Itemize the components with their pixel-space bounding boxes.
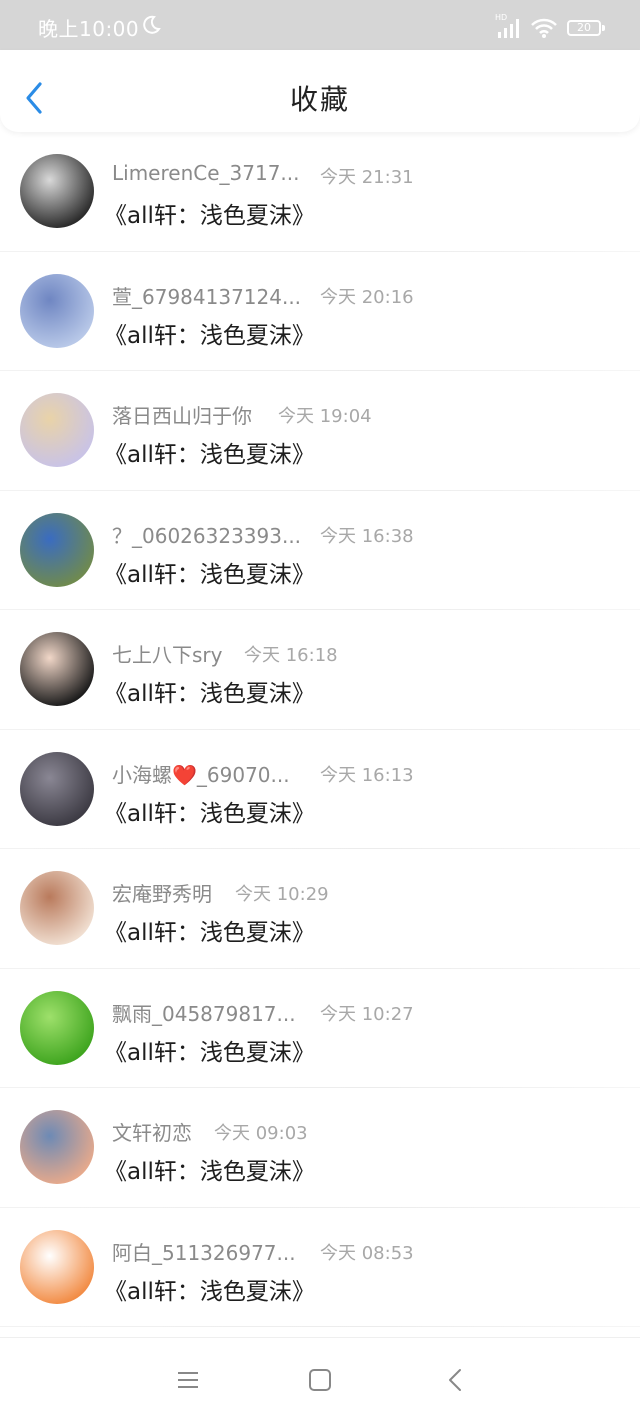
timestamp: 今天 16:38 [320, 525, 414, 547]
username: ？_06026323393... [112, 523, 302, 548]
username: 七上八下sry [112, 643, 223, 667]
avatar[interactable] [20, 1110, 94, 1184]
list-item[interactable]: 小海螺❤️_69070... 今天 16:13 《all轩：浅色夏沫》 [0, 730, 640, 849]
username: 阿白_511326977... [112, 1240, 296, 1265]
timestamp: 今天 10:27 [320, 1003, 414, 1025]
status-time: 晚上10:00 [38, 17, 140, 41]
username: 飘雨_045879817... [112, 1001, 296, 1026]
timestamp: 今天 08:53 [320, 1242, 414, 1264]
header: 收藏 [0, 50, 640, 132]
timestamp: 今天 21:31 [320, 167, 414, 188]
system-back-button[interactable] [442, 1366, 470, 1394]
list-item[interactable]: 宏庵野秀明 今天 10:29 《all轩：浅色夏沫》 [0, 849, 640, 969]
avatar[interactable] [20, 154, 94, 228]
favorite-title[interactable]: 《all轩：浅色夏沫》 [104, 196, 315, 230]
battery-icon: 20 [567, 20, 605, 36]
timestamp: 今天 10:29 [235, 884, 329, 905]
avatar[interactable] [20, 990, 94, 1065]
favorite-title[interactable]: 《all轩：浅色夏沫》 [104, 913, 315, 947]
list-item[interactable]: 文轩初恋 今天 09:03 《all轩：浅色夏沫》 [0, 1088, 640, 1208]
favorite-title[interactable]: 《all轩：浅色夏沫》 [104, 316, 315, 350]
timestamp: 今天 16:18 [244, 645, 338, 666]
list-item[interactable]: ？_06026323393... 今天 16:38 《all轩：浅色夏沫》 [0, 491, 640, 610]
favorite-title[interactable]: 《all轩：浅色夏沫》 [104, 1272, 315, 1306]
triangle-back-icon [449, 1369, 461, 1391]
list-item[interactable]: 飘雨_045879817... 今天 10:27 《all轩：浅色夏沫》 [0, 969, 640, 1088]
wifi-icon [530, 17, 558, 43]
menu-icon [178, 1372, 198, 1388]
square-home-icon [309, 1369, 331, 1391]
avatar[interactable] [20, 273, 94, 348]
username: 萱_67984137124... [112, 284, 302, 309]
favorite-title[interactable]: 《all轩：浅色夏沫》 [104, 674, 315, 708]
favorite-title[interactable]: 《all轩：浅色夏沫》 [104, 794, 315, 828]
list-item[interactable]: 阿白_511326977... 今天 08:53 《all轩：浅色夏沫》 [0, 1208, 640, 1327]
system-nav-bar [0, 1337, 640, 1423]
list-item[interactable]: LimerenCe_3717... 今天 21:31 《all轩：浅色夏沫》 [0, 132, 640, 252]
avatar[interactable] [20, 393, 94, 467]
favorite-title[interactable]: 《all轩：浅色夏沫》 [104, 555, 315, 589]
list-item[interactable]: 萱_67984137124... 今天 20:16 《all轩：浅色夏沫》 [0, 252, 640, 371]
avatar[interactable] [20, 871, 94, 945]
favorite-title[interactable]: 《all轩：浅色夏沫》 [104, 1152, 315, 1186]
avatar[interactable] [20, 512, 94, 587]
username: 宏庵野秀明 [112, 882, 212, 906]
signal-icon [496, 18, 522, 42]
username: 文轩初恋 [112, 1121, 192, 1145]
avatar[interactable] [20, 1229, 94, 1304]
list-item[interactable]: 七上八下sry 今天 16:18 《all轩：浅色夏沫》 [0, 610, 640, 730]
username: LimerenCe_3717... [112, 161, 300, 185]
timestamp: 今天 16:13 [320, 764, 414, 786]
home-button[interactable] [306, 1366, 334, 1394]
list-item[interactable]: 落日西山归于你 今天 19:04 《all轩：浅色夏沫》 [0, 371, 640, 491]
username: 落日西山归于你 [112, 404, 252, 428]
favorite-title[interactable]: 《all轩：浅色夏沫》 [104, 1033, 315, 1067]
avatar[interactable] [20, 632, 94, 706]
timestamp: 今天 19:04 [278, 406, 372, 427]
favorites-list: LimerenCe_3717... 今天 21:31 《all轩：浅色夏沫》 萱_67… [0, 132, 640, 1327]
timestamp: 今天 20:16 [320, 286, 414, 308]
divider [0, 1326, 640, 1327]
favorite-title[interactable]: 《all轩：浅色夏沫》 [104, 435, 315, 469]
avatar[interactable] [20, 751, 94, 826]
menu-button[interactable] [174, 1366, 202, 1394]
page-title: 收藏 [289, 83, 350, 116]
moon-icon [140, 14, 162, 40]
timestamp: 今天 09:03 [214, 1123, 308, 1144]
status-bar: 晚上10:00 HD 20 [0, 0, 640, 50]
username: 小海螺❤️_69070... [112, 762, 290, 787]
